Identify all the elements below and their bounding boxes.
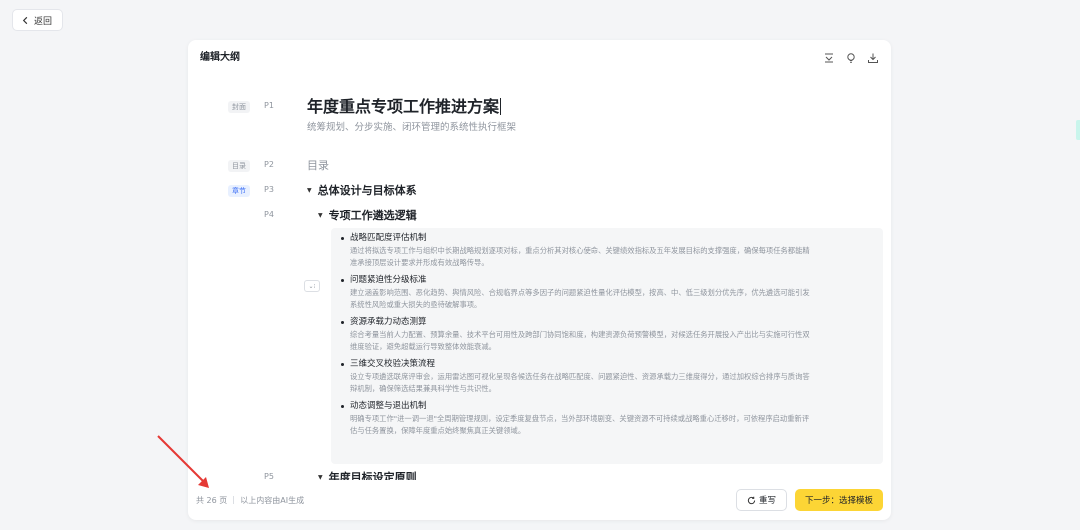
bullet-dot-icon [341, 363, 344, 366]
chevron-left-icon [22, 16, 28, 24]
edge-indicator [1076, 120, 1080, 140]
drag-handle[interactable]: ⌄⁝ [304, 280, 320, 292]
red-arrow-annotation [157, 435, 209, 488]
bullet-desc: 建立涵盖影响范围、恶化趋势、舆情风险、合规临界点等多因子的问题紧迫性量化评估模型… [350, 288, 810, 297]
list-item[interactable]: 问题紧迫性分级标准 建立涵盖影响范围、恶化趋势、舆情风险、合规临界点等多因子的问… [341, 274, 875, 311]
bullet-desc: 明确专项工作"进一调一退"全周期管理规则，设定季度复盘节点，当外部环境剧变、关键… [350, 414, 810, 423]
refresh-icon [747, 496, 756, 504]
bullet-desc: 准承接顶层设计要求并形成有效战略传导。 [350, 258, 489, 267]
bullet-desc: 辩机制，确保筛选结果兼具科学性与共识性。 [350, 384, 496, 393]
list-item[interactable]: 动态调整与退出机制 明确专项工作"进一调一退"全周期管理规则，设定季度复盘节点，… [341, 400, 875, 437]
bullet-title: 战略匹配度评估机制 [350, 233, 427, 243]
section-heading[interactable]: ▼ 专项工作遴选逻辑 [318, 207, 417, 223]
chapter-heading[interactable]: ▼ 总体设计与目标体系 [307, 182, 417, 198]
section-title: 年度目标设定原则 [328, 471, 417, 480]
bullet-title: 三维交叉校验决策流程 [350, 359, 436, 369]
bullet-desc: 设立专项遴选联席评审会，运用雷达图可视化呈现各候选任务在战略匹配度、问题紧迫性、… [350, 372, 810, 381]
list-item[interactable]: 三维交叉校验决策流程 设立专项遴选联席评审会，运用雷达图可视化呈现各候选任务在战… [341, 358, 875, 395]
bullet-title: 问题紧迫性分级标准 [350, 275, 427, 285]
chapter-tag: 章节 [228, 185, 250, 197]
list-item[interactable]: 资源承载力动态测算 综合考量当前人力配置、预算余量、技术平台可用性及跨部门协同饱… [341, 316, 875, 353]
toc-label: 目录 [307, 159, 329, 172]
outline-content: 封面 P1 年度重点专项工作推进方案 统筹规划、分步实施、闭环管理的系统性执行框… [188, 78, 891, 480]
back-label: 返回 [34, 16, 53, 27]
header-tools [823, 49, 879, 63]
outline-editor-panel: 编辑大纲 封面 P1 年度重点专项工作推进方案 统筹规划、分步实施、闭环管理的系… [188, 40, 891, 520]
ai-note: 以上内容由AI生成 [240, 495, 305, 505]
bullet-title: 资源承载力动态测算 [350, 317, 427, 327]
bullet-desc: 综合考量当前人力配置、预算余量、技术平台可用性及跨部门协同饱和度，构建资源负荷预… [350, 330, 810, 339]
text-cursor [500, 98, 502, 115]
bullet-dot-icon [341, 279, 344, 282]
download-icon[interactable] [867, 49, 879, 63]
list-item[interactable]: 战略匹配度评估机制 通过将拟选专项工作与组织中长期战略规划逐项对标，重点分析其对… [341, 232, 875, 269]
section-heading[interactable]: ▼ 年度目标设定原则 [318, 469, 417, 480]
bullet-dot-icon [341, 321, 344, 324]
bullet-dot-icon [341, 237, 344, 240]
bullet-desc: 通过将拟选专项工作与组织中长期战略规划逐项对标，重点分析其对核心使命、关键绩效指… [350, 246, 810, 255]
bullet-desc: 系统性风险或重大损失的亟待破解事项。 [350, 300, 482, 309]
section-title: 专项工作遴选逻辑 [328, 209, 417, 222]
divider [233, 496, 235, 504]
next-step-label: 下一步：选择模板 [804, 496, 873, 506]
page-number-p4: P4 [264, 210, 274, 219]
bullet-dot-icon [341, 405, 344, 408]
bullet-desc: 估与任务置换，保障年度重点始终聚焦真正关键领域。 [350, 426, 526, 435]
back-button[interactable]: 返回 [12, 9, 64, 31]
panel-title: 编辑大纲 [200, 51, 240, 63]
page-count: 共 26 页 [196, 495, 228, 505]
footer-info: 共 26 页 以上内容由AI生成 [196, 495, 304, 506]
next-step-button[interactable]: 下一步：选择模板 [794, 489, 883, 511]
page-number-p3: P3 [264, 185, 274, 194]
rewrite-button[interactable]: 重写 [735, 489, 787, 511]
caret-down-icon[interactable]: ▼ [318, 212, 323, 219]
footer-actions: 重写 下一步：选择模板 [735, 489, 883, 511]
bullet-list: 战略匹配度评估机制 通过将拟选专项工作与组织中长期战略规划逐项对标，重点分析其对… [331, 228, 883, 464]
doc-title-text: 年度重点专项工作推进方案 [307, 97, 500, 116]
page-number-p2: P2 [264, 160, 274, 169]
panel-header: 编辑大纲 [188, 40, 891, 70]
rewrite-label: 重写 [758, 496, 776, 506]
caret-down-icon[interactable]: ▼ [307, 187, 312, 194]
cover-tag: 封面 [228, 101, 250, 113]
doc-subtitle[interactable]: 统筹规划、分步实施、闭环管理的系统性执行框架 [307, 119, 516, 133]
bullet-desc: 维度验证，避免超载运行导致整体效能衰减。 [350, 342, 496, 351]
page-number-p5: P5 [264, 472, 274, 480]
lightbulb-icon[interactable] [845, 49, 857, 63]
doc-title[interactable]: 年度重点专项工作推进方案 [307, 93, 502, 117]
page-number-p1: P1 [264, 101, 274, 110]
collapse-all-icon[interactable] [823, 49, 835, 63]
chapter-title: 总体设计与目标体系 [317, 184, 417, 197]
toc-tag: 目录 [228, 160, 250, 172]
panel-footer: 共 26 页 以上内容由AI生成 重写 下一步：选择模板 [188, 480, 891, 520]
bullet-title: 动态调整与退出机制 [350, 401, 427, 411]
